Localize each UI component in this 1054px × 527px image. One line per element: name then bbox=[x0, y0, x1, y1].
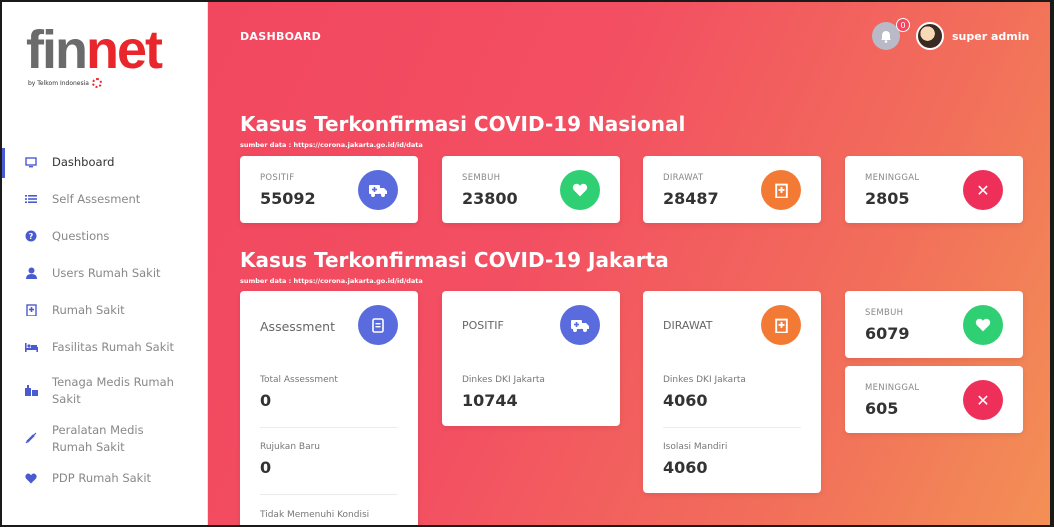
stat-label: SEMBUH bbox=[462, 173, 501, 183]
stat-value: 6079 bbox=[865, 324, 910, 343]
sidebar-item-label: Dashboard bbox=[52, 155, 115, 169]
sidebar-nav: Dashboard Self Assesment ? Questions Use… bbox=[2, 148, 208, 487]
isolasi-mandiri-label: Isolasi Mandiri bbox=[663, 442, 728, 452]
nasional-positif-card: POSITIF 55092 bbox=[240, 156, 418, 223]
divider bbox=[260, 494, 398, 495]
sidebar-item-self-assesment[interactable]: Self Assesment bbox=[2, 191, 208, 208]
heart-icon bbox=[24, 471, 38, 485]
assessment-header: Assessment bbox=[260, 319, 335, 334]
user-menu[interactable]: super admin bbox=[952, 30, 1029, 43]
stat-label: POSITIF bbox=[260, 173, 295, 183]
divider bbox=[260, 427, 398, 428]
main-content: DASHBOARD 0 super admin Kasus Terkonfirm… bbox=[208, 2, 1050, 525]
sidebar-item-rumah-sakit[interactable]: Rumah Sakit bbox=[2, 302, 208, 319]
sidebar-item-label: Users Rumah Sakit bbox=[52, 266, 161, 280]
nasional-section-title: Kasus Terkonfirmasi COVID-19 Nasional bbox=[240, 112, 686, 136]
assessment-card: Assessment Total Assessment 0 Rujukan Ba… bbox=[240, 291, 418, 525]
heart-icon bbox=[963, 305, 1003, 345]
jakarta-sembuh-card: SEMBUH 6079 bbox=[845, 291, 1023, 358]
stat-value: 28487 bbox=[663, 189, 719, 208]
logo-fin: fin bbox=[26, 20, 88, 80]
isolasi-mandiri-value: 4060 bbox=[663, 458, 708, 477]
svg-text:?: ? bbox=[29, 232, 34, 241]
user-avatar[interactable] bbox=[916, 22, 944, 50]
sidebar: finnet by Telkom Indonesia Dashboard Sel… bbox=[2, 2, 208, 525]
bed-icon bbox=[24, 340, 38, 354]
jakarta-source: sumber data : https://corona.jakarta.go.… bbox=[240, 277, 423, 285]
notification-badge: 0 bbox=[896, 18, 910, 32]
sidebar-item-peralatan-medis-rumah-sakit[interactable]: Peralatan Medis Rumah Sakit bbox=[2, 422, 208, 456]
sidebar-item-fasilitas-rumah-sakit[interactable]: Fasilitas Rumah Sakit bbox=[2, 339, 208, 356]
finnet-logo[interactable]: finnet by Telkom Indonesia bbox=[26, 20, 196, 110]
ambulance-icon bbox=[358, 170, 398, 210]
positif-source-label: Dinkes DKI Jakarta bbox=[462, 375, 545, 385]
stat-value: 2805 bbox=[865, 189, 910, 208]
logo-net: net bbox=[85, 20, 163, 80]
hospital-icon bbox=[761, 170, 801, 210]
jakarta-meninggal-card: MENINGGAL 605 ✕ bbox=[845, 366, 1023, 433]
ambulance-icon bbox=[560, 305, 600, 345]
nasional-dirawat-card: DIRAWAT 28487 bbox=[643, 156, 821, 223]
sidebar-item-label: Tenaga Medis Rumah Sakit bbox=[52, 375, 174, 406]
tidak-memenuhi-label: Tidak Memenuhi Kondisi bbox=[260, 510, 370, 520]
heart-icon bbox=[560, 170, 600, 210]
total-assessment-value: 0 bbox=[260, 391, 272, 410]
nasional-sembuh-card: SEMBUH 23800 bbox=[442, 156, 620, 223]
logo-tagline: by Telkom Indonesia bbox=[28, 79, 89, 87]
dirawat-dinkes-label: Dinkes DKI Jakarta bbox=[663, 375, 746, 385]
stat-value: 605 bbox=[865, 399, 899, 418]
telkom-logo-icon bbox=[91, 78, 102, 88]
close-icon: ✕ bbox=[963, 170, 1003, 210]
staff-icon bbox=[24, 383, 38, 397]
sidebar-item-label: Self Assesment bbox=[52, 192, 141, 206]
total-assessment-label: Total Assessment bbox=[260, 375, 338, 385]
jakarta-section-title: Kasus Terkonfirmasi COVID-19 Jakarta bbox=[240, 248, 669, 272]
stat-label: SEMBUH bbox=[865, 308, 904, 318]
sidebar-item-tenaga-medis-rumah-sakit[interactable]: Tenaga Medis Rumah Sakit bbox=[2, 374, 208, 408]
rujukan-baru-value: 0 bbox=[260, 458, 272, 477]
stat-value: 55092 bbox=[260, 189, 316, 208]
hospital-icon bbox=[24, 303, 38, 317]
clipboard-icon bbox=[358, 305, 398, 345]
sidebar-item-label: Peralatan Medis Rumah Sakit bbox=[52, 423, 144, 454]
stat-label: MENINGGAL bbox=[865, 173, 920, 183]
sidebar-item-users-rumah-sakit[interactable]: Users Rumah Sakit bbox=[2, 265, 208, 282]
dirawat-dinkes-value: 4060 bbox=[663, 391, 708, 410]
nasional-source: sumber data : https://corona.jakarta.go.… bbox=[240, 141, 423, 149]
rujukan-baru-label: Rujukan Baru bbox=[260, 442, 320, 452]
sidebar-item-pdp-rumah-sakit[interactable]: PDP Rumah Sakit bbox=[2, 470, 208, 487]
jakarta-dirawat-card: DIRAWAT Dinkes DKI Jakarta 4060 Isolasi … bbox=[643, 291, 821, 493]
sidebar-item-questions[interactable]: ? Questions bbox=[2, 228, 208, 245]
divider bbox=[663, 427, 801, 428]
list-icon bbox=[24, 192, 38, 206]
sidebar-item-dashboard[interactable]: Dashboard bbox=[2, 148, 208, 178]
sidebar-item-label: PDP Rumah Sakit bbox=[52, 471, 152, 485]
monitor-icon bbox=[24, 155, 38, 169]
syringe-icon bbox=[24, 431, 38, 445]
sidebar-item-label: Rumah Sakit bbox=[52, 303, 125, 317]
jakarta-positif-card: POSITIF Dinkes DKI Jakarta 10744 bbox=[442, 291, 620, 426]
question-icon: ? bbox=[24, 229, 38, 243]
nasional-meninggal-card: MENINGGAL 2805 ✕ bbox=[845, 156, 1023, 223]
stat-label: DIRAWAT bbox=[663, 173, 704, 183]
stat-value: 23800 bbox=[462, 189, 518, 208]
stat-label: MENINGGAL bbox=[865, 383, 920, 393]
sidebar-item-label: Questions bbox=[52, 229, 110, 243]
hospital-icon bbox=[761, 305, 801, 345]
positif-value: 10744 bbox=[462, 391, 518, 410]
page-title: DASHBOARD bbox=[240, 30, 322, 43]
close-icon: ✕ bbox=[963, 380, 1003, 420]
dirawat-header: DIRAWAT bbox=[663, 319, 713, 332]
positif-header: POSITIF bbox=[462, 319, 504, 332]
user-icon bbox=[24, 266, 38, 280]
sidebar-item-label: Fasilitas Rumah Sakit bbox=[52, 340, 175, 354]
